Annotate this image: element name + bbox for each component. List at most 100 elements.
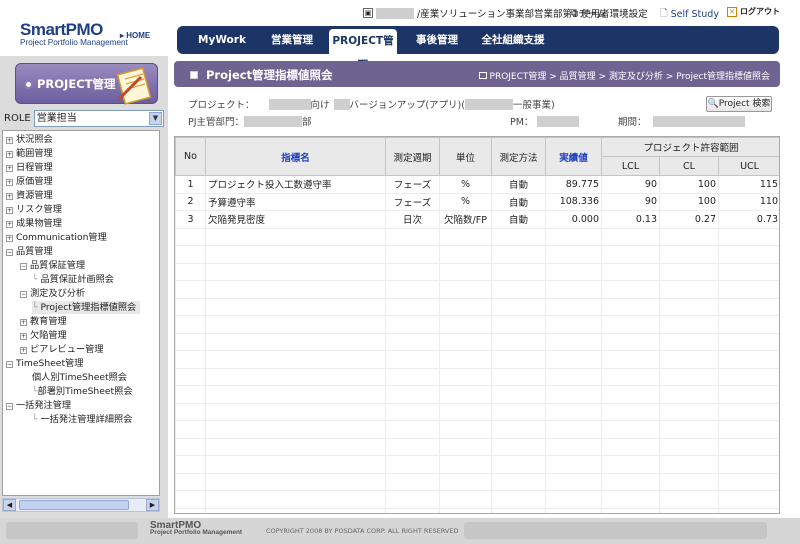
expand-icon[interactable]: + (6, 165, 13, 172)
nav-sales[interactable]: 営業管理 (257, 26, 327, 54)
tree-item-education[interactable]: + 教育管理 (20, 315, 67, 328)
expand-icon[interactable]: + (6, 179, 13, 186)
collapse-icon[interactable]: − (6, 403, 13, 410)
table-row[interactable]: 2 予算遵守率 フェーズ% 自動 108.336 90 100 110 (175, 192, 779, 211)
tree-item-ts-personal[interactable]: 個人別TimeSheet照会 (32, 371, 127, 384)
nav-post[interactable]: 事後管理 (403, 26, 471, 54)
project-search-button[interactable]: 🔍Project 検索 (706, 96, 772, 112)
col-indicator[interactable]: 指標名 (205, 137, 386, 176)
empty-cell (659, 350, 719, 369)
expand-icon[interactable]: + (6, 137, 13, 144)
user-icon: ▣ (363, 8, 373, 18)
tree-label: ピアレビュー管理 (30, 344, 104, 355)
tree-item-cost[interactable]: + 原価管理 (6, 175, 53, 188)
empty-cell (439, 490, 492, 509)
empty-cell (175, 280, 206, 299)
tree-item-qa-plan[interactable]: └ 品質保証計画照会 (32, 273, 114, 286)
empty-cell (175, 402, 206, 421)
expand-icon[interactable]: + (6, 221, 13, 228)
expand-icon[interactable]: + (6, 235, 13, 242)
tree-item-bulk-order[interactable]: − 一括発注管理 (6, 399, 71, 412)
expand-icon[interactable]: + (6, 207, 13, 214)
nav-project[interactable]: PROJECT管理 (329, 29, 397, 71)
tree-item-ts-dept[interactable]: └部署別TimeSheet照会 (32, 385, 133, 398)
empty-cell (439, 227, 492, 246)
empty-cell (717, 262, 779, 281)
empty-cell (205, 245, 386, 264)
empty-cell (659, 262, 719, 281)
tree-label: 一括発注管理詳細照会 (40, 414, 133, 425)
empty-cell (175, 385, 206, 404)
expand-icon[interactable]: + (20, 347, 27, 354)
tree-item-bulk-order-detail[interactable]: └ 一括発注管理詳細照会 (32, 413, 132, 426)
cell-method: 自動 (491, 175, 546, 194)
cell-cycle: フェーズ (385, 192, 440, 211)
empty-cell (491, 350, 546, 369)
scroll-right-icon[interactable]: ▶ (146, 499, 159, 511)
empty-cell (659, 437, 719, 456)
expand-icon[interactable]: + (6, 193, 13, 200)
tree-item-scope[interactable]: + 範囲管理 (6, 147, 53, 160)
tree-item-timesheet[interactable]: − TimeSheet管理 (6, 357, 83, 370)
tree-item-qa[interactable]: − 品質保証管理 (20, 259, 85, 272)
chevron-down-icon[interactable]: ▼ (149, 111, 162, 125)
collapse-icon[interactable]: − (6, 361, 13, 368)
tree-item-quality[interactable]: − 品質管理 (6, 245, 53, 258)
scroll-thumb[interactable] (19, 500, 129, 510)
tree-item-measure[interactable]: − 測定及び分析 (20, 287, 85, 300)
cell-method: 自動 (491, 210, 546, 229)
nav-org[interactable]: 全社組織支援 (473, 26, 553, 54)
table-row[interactable]: 1 プロジェクト投入工数遵守率 フェーズ% 自動 89.775 90 100 115 (175, 175, 779, 194)
empty-cell (491, 402, 546, 421)
empty-cell (205, 227, 386, 246)
empty-cell (601, 472, 660, 491)
col-cycle: 測定週期 (385, 137, 440, 176)
table-row[interactable]: 3 欠陥発見密度 日次 欠陥数/FP 自動 0.000 0.13 0.27 0.73 (175, 210, 779, 229)
empty-row (175, 245, 779, 264)
collapse-icon[interactable]: − (6, 249, 13, 256)
dept-label: PJ主管部門： (188, 117, 245, 128)
collapse-icon[interactable]: − (20, 291, 27, 298)
empty-cell (659, 472, 719, 491)
tree-item-peer-review[interactable]: + ピアレビュー管理 (20, 343, 104, 356)
cell-actual: 0.000 (545, 210, 602, 229)
empty-cell (545, 367, 602, 386)
empty-cell (491, 490, 546, 509)
empty-row (175, 280, 779, 299)
footer-bar-left (6, 522, 138, 539)
empty-row (175, 490, 779, 509)
empty-cell (545, 262, 602, 281)
col-method: 測定方法 (491, 137, 546, 176)
empty-cell (175, 227, 206, 246)
empty-cell (601, 297, 660, 316)
horizontal-scrollbar[interactable]: ◀ ▶ (2, 498, 160, 512)
tree-label: 品質保証計画照会 (40, 274, 114, 285)
self-study-link[interactable]: 🗋 Self Study (660, 6, 719, 22)
tree-item-risk[interactable]: + リスク管理 (6, 203, 62, 216)
page-title-bar: Project管理指標値照会 PROJECT管理 > 品質管理 > 測定及び分析… (174, 61, 780, 87)
tree-item-communication[interactable]: + Communication管理 (6, 231, 107, 244)
nav-mywork[interactable]: MyWork (189, 26, 255, 54)
tree-item-deliverable[interactable]: + 成果物管理 (6, 217, 62, 230)
cell-lcl: 90 (601, 192, 660, 211)
env-settings-link[interactable]: ⧉ 使用者環境設定 (571, 6, 648, 21)
empty-cell (175, 332, 206, 351)
expand-icon[interactable]: + (20, 333, 27, 340)
empty-cell (717, 455, 779, 474)
tree-item-defect[interactable]: + 欠陥管理 (20, 329, 67, 342)
empty-cell (601, 245, 660, 264)
expand-icon[interactable]: + (20, 319, 27, 326)
home-link[interactable]: ▸ HOME (120, 31, 150, 40)
col-actual[interactable]: 実績値 (545, 137, 602, 176)
scroll-left-icon[interactable]: ◀ (3, 499, 16, 511)
expand-icon[interactable]: + (6, 151, 13, 158)
tree-item-indicator[interactable]: └ Project管理指標値照会 (32, 301, 141, 314)
role-select[interactable]: 営業担当 ▼ (33, 109, 164, 127)
collapse-icon[interactable]: − (20, 263, 27, 270)
tree-item-schedule[interactable]: + 日程管理 (6, 161, 53, 174)
tree-item-resource[interactable]: + 資源管理 (6, 189, 53, 202)
logout-button[interactable]: ✕ ログアウト (727, 6, 780, 17)
tree-item-status[interactable]: + 状況照会 (6, 133, 53, 146)
empty-cell (545, 490, 602, 509)
project-label: プロジェクト： (188, 100, 255, 111)
